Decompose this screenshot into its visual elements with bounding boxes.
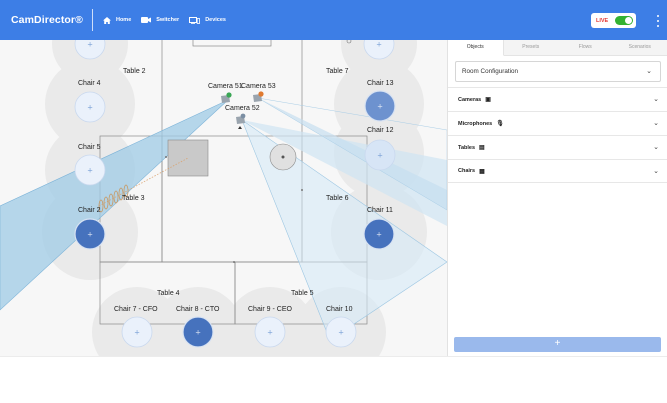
chair-13-label[interactable]: Chair 13 — [367, 80, 393, 87]
chevron-down-icon: ⌄ — [653, 168, 659, 175]
svg-text:+: + — [377, 152, 383, 160]
camera-52-label[interactable]: Camera 52 — [225, 105, 260, 112]
chair-7-label[interactable]: Chair 7 - CFO — [114, 306, 158, 313]
svg-text:+: + — [87, 167, 93, 175]
svg-text:+: + — [87, 104, 93, 112]
room-configuration-value: Room Configuration — [462, 68, 519, 75]
section-microphones[interactable]: Microphones 🎙 ⌄ — [448, 111, 667, 135]
bottom-area — [0, 356, 667, 403]
camera-51-marker — [221, 92, 232, 103]
room-canvas[interactable]: + + + + + + + + + + + + Table 2 Table 7 … — [0, 40, 447, 356]
add-button[interactable]: + — [454, 337, 661, 352]
nav-home[interactable]: Home — [102, 16, 132, 24]
chair-11-label[interactable]: Chair 11 — [367, 207, 393, 214]
table-3-label[interactable]: Table 3 — [122, 195, 145, 202]
svg-text:+: + — [376, 231, 382, 239]
chevron-down-icon: ⌄ — [653, 144, 659, 151]
tab-presets[interactable]: Presets — [503, 40, 558, 56]
room-configuration-select[interactable]: Room Configuration ⌄ — [455, 61, 661, 82]
nav-switcher[interactable]: Switcher — [141, 17, 179, 23]
svg-text:+: + — [377, 103, 383, 111]
chair-10-label[interactable]: Chair 10 — [326, 306, 352, 313]
chair-2-label[interactable]: Chair 2 — [78, 207, 101, 214]
table-5-label[interactable]: Table 5 — [291, 290, 314, 297]
camera-53-label[interactable]: Camera 53 — [241, 83, 276, 90]
live-switch-knob — [625, 17, 632, 24]
live-switch[interactable] — [615, 16, 633, 25]
svg-text:+: + — [376, 41, 382, 49]
camera-51-label[interactable]: Camera 51 — [208, 83, 243, 90]
section-chairs-label: Chairs — [458, 168, 476, 174]
table-6-label[interactable]: Table 6 — [326, 195, 349, 202]
chair-9-label[interactable]: Chair 9 - CEO — [248, 306, 292, 313]
section-chairs[interactable]: Chairs ▦ ⌄ — [448, 159, 667, 183]
table-4-label[interactable]: Table 4 — [157, 290, 180, 297]
devices-icon — [189, 16, 201, 24]
more-menu-icon[interactable] — [655, 13, 661, 28]
svg-text:+: + — [87, 231, 93, 239]
section-cameras[interactable]: Cameras ▣ ⌄ — [448, 87, 667, 111]
live-label: LIVE — [596, 17, 609, 24]
chair-8-label[interactable]: Chair 8 - CTO — [176, 306, 219, 313]
switcher-icon — [141, 17, 152, 23]
live-toggle[interactable]: LIVE — [591, 13, 636, 28]
brand-divider — [91, 9, 93, 31]
table-2-label[interactable]: Table 2 — [123, 68, 146, 75]
section-tables-label: Tables — [458, 144, 476, 151]
tab-flows[interactable]: Flows — [558, 40, 613, 56]
nav-devices[interactable]: Devices — [189, 16, 226, 24]
brand-logo[interactable]: CamDirector® — [11, 14, 83, 26]
camera-icon: ▣ — [485, 97, 491, 103]
top-bar: CamDirector® Home Switcher Devices LIVE — [0, 0, 667, 40]
svg-text:+: + — [267, 329, 273, 337]
nav-home-label: Home — [115, 17, 132, 23]
svg-text:+: + — [195, 329, 201, 337]
chair-4-label[interactable]: Chair 4 — [78, 80, 101, 87]
chevron-down-icon: ⌄ — [646, 68, 652, 75]
chevron-down-icon: ⌄ — [653, 120, 659, 127]
svg-text:+: + — [338, 329, 344, 337]
camera-52-marker — [236, 113, 246, 129]
svg-text:+: + — [134, 329, 140, 337]
chair-5-label[interactable]: Chair 5 — [78, 144, 101, 151]
app-window: CamDirector® Home Switcher Devices LIVE — [0, 0, 667, 403]
section-cameras-label: Cameras — [458, 96, 482, 103]
table-icon: ▤ — [479, 145, 485, 151]
nav-switcher-label: Switcher — [156, 17, 180, 23]
tab-objects[interactable]: Objects — [448, 40, 504, 56]
section-microphones-label: Microphones — [458, 120, 493, 127]
section-tables[interactable]: Tables ▤ ⌄ — [448, 135, 667, 159]
svg-text:+: + — [87, 41, 93, 49]
home-icon — [102, 16, 111, 24]
nav-devices-label: Devices — [205, 17, 226, 23]
tab-scenarios[interactable]: Scenarios — [612, 40, 667, 56]
table-7-label[interactable]: Table 7 — [326, 68, 349, 75]
chevron-down-icon: ⌄ — [653, 96, 659, 103]
chair-icon: ▦ — [479, 168, 485, 175]
properties-panel: Objects Presets Flows Scenarios Room Con… — [447, 40, 667, 356]
chair-12-label[interactable]: Chair 12 — [367, 127, 393, 134]
panel-tabs: Objects Presets Flows Scenarios — [448, 40, 667, 56]
microphone-icon: 🎙 — [496, 121, 504, 127]
